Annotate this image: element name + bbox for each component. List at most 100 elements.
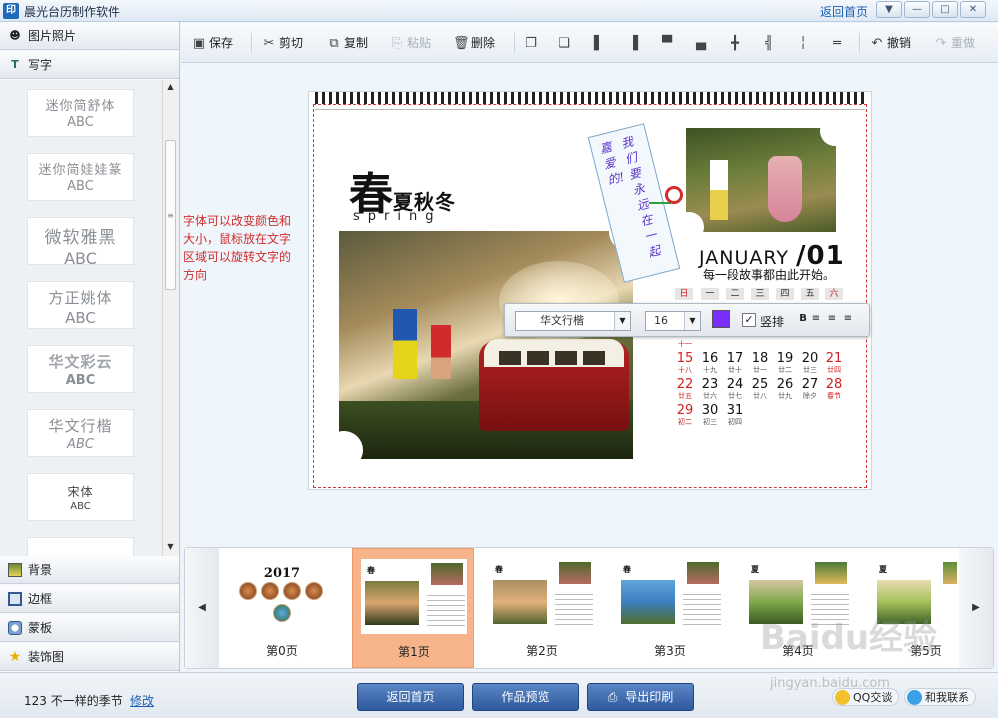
- lunar-day: 廿八: [753, 392, 767, 400]
- distribute-horizontal-button[interactable]: ╎: [795, 34, 813, 52]
- scroll-thumb[interactable]: ≡: [165, 140, 176, 290]
- chevron-down-icon[interactable]: ▼: [614, 312, 630, 330]
- undo-button[interactable]: ↶ 撤销: [869, 34, 911, 52]
- app-logo-icon: 印: [3, 3, 19, 19]
- bold-button[interactable]: B: [797, 313, 809, 324]
- font-name: 华文行楷: [48, 417, 113, 435]
- calendar-day: 20 廿三: [798, 352, 822, 375]
- qq-icon: [835, 690, 850, 705]
- day-number: 24: [726, 377, 744, 392]
- redo-button[interactable]: ↷ 重做: [933, 34, 975, 52]
- font-card[interactable]: 迷你简娃娃篆 ABC: [27, 153, 134, 201]
- page-thumbnail[interactable]: 春 第3页: [609, 548, 731, 668]
- font-card[interactable]: [27, 537, 134, 556]
- paste-button[interactable]: ⎘ 粘贴: [389, 34, 431, 52]
- day-number: 22: [676, 377, 694, 392]
- calendar-day: 24 廿七: [723, 378, 747, 401]
- day-number: 18: [751, 351, 769, 366]
- maximize-button[interactable]: □: [932, 1, 958, 18]
- calendar-day: 22 廿五: [673, 378, 697, 401]
- tab-photos[interactable]: ☻ 图片照片: [0, 22, 179, 50]
- export-print-label: 导出印刷: [625, 690, 674, 704]
- font-family-value: 华文行楷: [540, 314, 584, 327]
- align-left-text-button[interactable]: ≡: [810, 313, 822, 324]
- distribute-vertical-button[interactable]: ═: [829, 34, 847, 52]
- font-card[interactable]: 华文彩云 ABC: [27, 345, 134, 393]
- main-photo[interactable]: [339, 231, 633, 459]
- delete-button[interactable]: 🗑删除: [453, 34, 495, 52]
- font-sample: ABC: [70, 501, 91, 512]
- lunar-day: 十八: [678, 366, 692, 374]
- scroll-down-arrow-icon[interactable]: ▼: [163, 540, 178, 554]
- preview-button[interactable]: 作品预览: [472, 683, 579, 711]
- contact-button[interactable]: 和我联系: [904, 688, 976, 706]
- calendar-grid: 十一 15 十八 16 十九 17 廿十 18 廿一 19 廿二 20 廿三 21 廿四 22…: [671, 340, 861, 440]
- export-print-button[interactable]: ⎙ 导出印刷: [587, 683, 694, 711]
- align-right-text-button[interactable]: ≡: [842, 313, 854, 324]
- day-number: 28: [825, 377, 843, 392]
- lunar-day: 十一: [678, 340, 692, 348]
- align-middle-button[interactable]: ╣: [761, 34, 779, 52]
- season-english[interactable]: spring: [353, 209, 441, 224]
- scroll-up-arrow-icon[interactable]: ▲: [163, 80, 178, 94]
- vertical-checkbox[interactable]: ✓: [742, 313, 756, 327]
- close-button[interactable]: ✕: [960, 1, 986, 18]
- page-label: 第3页: [654, 644, 686, 658]
- page-thumbnail-selected[interactable]: 春 第1页: [352, 548, 474, 668]
- tab-frame[interactable]: 边框: [0, 585, 179, 613]
- align-bottom-button[interactable]: ▄: [693, 34, 711, 52]
- calendar-day: 23 廿六: [698, 378, 722, 401]
- tab-decoration-label: 装饰图: [28, 650, 65, 664]
- weekday-label: 二: [726, 288, 744, 300]
- copy-button[interactable]: ⧉ 复制: [326, 34, 368, 52]
- chevron-down-icon[interactable]: ▼: [684, 312, 700, 330]
- bring-forward-button[interactable]: ❐: [523, 34, 541, 52]
- align-left-button[interactable]: ▌: [591, 34, 609, 52]
- weekday-label: 三: [751, 288, 769, 300]
- rename-link[interactable]: 修改: [130, 692, 154, 709]
- thumbnail-side-photo: [431, 563, 463, 585]
- font-card[interactable]: 微软雅黑 ABC: [27, 217, 134, 268]
- save-button[interactable]: ▣ 保存: [191, 34, 233, 52]
- tab-photos-label: 图片照片: [28, 29, 77, 43]
- calendar-page[interactable]: 春夏秋冬 spring 嘉爱的! 我们要永远在一起 JANUARY /01 每一…: [308, 91, 872, 490]
- align-center-vertical-button[interactable]: ╋: [727, 34, 745, 52]
- font-card[interactable]: 迷你简舒体 ABC: [27, 89, 134, 137]
- tab-decoration[interactable]: ★ 装饰图: [0, 643, 179, 671]
- font-card[interactable]: 宋体 ABC: [27, 473, 134, 521]
- save-icon: ▣: [192, 36, 206, 51]
- thumbnail-year: 2017: [263, 566, 301, 581]
- page-thumbnail[interactable]: 2017 第0页: [221, 548, 343, 668]
- top-right-photo[interactable]: [686, 128, 836, 232]
- next-page-arrow-icon[interactable]: ▶: [959, 548, 993, 668]
- align-right-button[interactable]: ▐: [625, 34, 643, 52]
- tab-mask[interactable]: 蒙板: [0, 614, 179, 642]
- tab-text[interactable]: T 写字: [0, 51, 179, 79]
- month-motto[interactable]: 每一段故事都由此开始。: [703, 266, 835, 283]
- distribute-vertical-icon: ═: [833, 36, 841, 51]
- text-color-swatch[interactable]: [712, 310, 730, 328]
- send-backward-button[interactable]: ❏: [556, 34, 574, 52]
- mask-icon: [8, 621, 22, 635]
- lunar-day: 廿四: [827, 366, 841, 374]
- minimize-button[interactable]: —: [904, 1, 930, 18]
- align-left-icon: ▌: [594, 36, 604, 51]
- font-card[interactable]: 方正姚体 ABC: [27, 281, 134, 329]
- align-center-text-button[interactable]: ≡: [826, 313, 838, 324]
- font-card[interactable]: 华文行楷 ABC: [27, 409, 134, 457]
- tab-background[interactable]: 背景: [0, 556, 179, 584]
- return-home-button[interactable]: 返回首页: [357, 683, 464, 711]
- align-right-icon: ▐: [628, 36, 638, 51]
- home-link[interactable]: 返回首页: [820, 3, 868, 20]
- save-label: 保存: [209, 36, 234, 50]
- align-top-button[interactable]: ▀: [659, 34, 677, 52]
- font-family-select[interactable]: 华文行楷 ▼: [515, 311, 631, 331]
- cut-button[interactable]: ✂ 剪切: [261, 34, 303, 52]
- photo-notch: [820, 128, 836, 146]
- prev-page-arrow-icon[interactable]: ◀: [185, 548, 219, 668]
- font-list-scrollbar[interactable]: ▲ ≡ ▼: [162, 80, 178, 556]
- day-number: 25: [751, 377, 769, 392]
- page-thumbnail[interactable]: 春 第2页: [481, 548, 603, 668]
- font-size-select[interactable]: 16 ▼: [645, 311, 701, 331]
- menu-dropdown-button[interactable]: ▼: [876, 1, 902, 18]
